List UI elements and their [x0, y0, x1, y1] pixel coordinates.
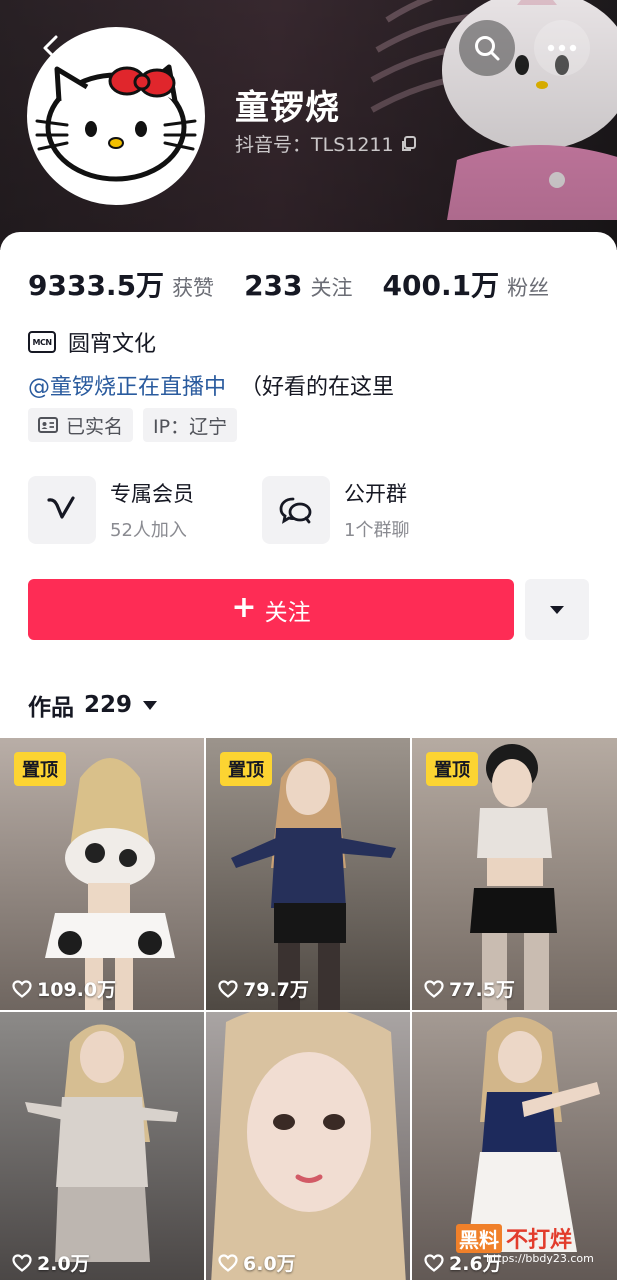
video-thumbnail	[206, 1012, 410, 1280]
stat-value: 233	[244, 269, 303, 302]
tag-verified[interactable]: 已实名	[28, 408, 134, 442]
feature-subtitle: 52人加入	[110, 520, 187, 541]
video-tile[interactable]: 置顶 109.0万	[0, 738, 204, 1010]
pinned-badge: 置顶	[426, 752, 478, 786]
profile-features: 专属会员 52人加入 公开群 1个群聊	[28, 476, 496, 544]
video-likes: 109.0万	[12, 975, 116, 1002]
feature-subtitle: 1个群聊	[344, 520, 410, 541]
watermark-brand-b: 不打烊	[506, 1228, 573, 1253]
id-card-icon	[38, 417, 58, 433]
bio-text: （好看的在这里	[240, 375, 395, 400]
heart-outline-icon	[218, 1253, 238, 1272]
video-tile[interactable]: 2.0万	[0, 1012, 204, 1280]
plus-icon: +	[231, 590, 257, 625]
caret-down-icon	[550, 605, 564, 614]
stat-followers[interactable]: 400.1万 粉丝	[383, 264, 550, 304]
pinned-badge: 置顶	[14, 752, 66, 786]
stat-label: 粉丝	[507, 276, 550, 300]
avatar[interactable]	[27, 27, 205, 205]
v-membership-icon	[47, 496, 75, 519]
mcn-name: 圆宵文化	[68, 332, 157, 357]
video-tile[interactable]: 置顶 77.5万	[412, 738, 617, 1010]
tag-label: 已实名	[66, 415, 124, 438]
chat-bubbles-icon	[279, 497, 312, 524]
feature-icon-box	[262, 476, 330, 544]
douyin-id[interactable]: 抖音号：TLS1211	[235, 130, 418, 157]
douyin-id-text: 抖音号：TLS1211	[235, 134, 394, 156]
follow-button-label: 关注	[264, 599, 311, 626]
video-likes: 6.0万	[218, 1249, 296, 1276]
video-likes: 77.5万	[424, 975, 515, 1002]
video-likes-count: 109.0万	[37, 979, 117, 1001]
stat-value: 9333.5万	[28, 269, 165, 302]
video-likes: 2.0万	[12, 1249, 90, 1276]
feature-title: 专属会员	[110, 482, 194, 506]
heart-outline-icon	[424, 979, 444, 998]
tag-label: IP：辽宁	[153, 415, 228, 438]
watermark-brand-a: 黑料	[456, 1223, 502, 1253]
video-tile[interactable]: 置顶 79.7万	[206, 738, 410, 1010]
stat-likes[interactable]: 9333.5万 获赞	[28, 264, 214, 304]
feature-membership[interactable]: 专属会员 52人加入	[28, 476, 262, 544]
profile-tags: 已实名 IP：辽宁	[28, 408, 238, 442]
video-likes-count: 2.0万	[37, 1253, 90, 1275]
feature-title: 公开群	[344, 482, 407, 506]
more-dots-icon	[547, 44, 577, 52]
heart-outline-icon	[424, 1253, 444, 1272]
search-icon	[475, 36, 500, 61]
works-label: 作品	[28, 695, 74, 721]
profile-stats: 9333.5万 获赞 233 关注 400.1万 粉丝	[28, 264, 549, 304]
tag-ip-location: IP：辽宁	[143, 408, 238, 442]
caret-down-icon	[143, 700, 158, 710]
bio: @童锣烧正在直播中 （好看的在这里	[28, 369, 394, 401]
pinned-badge: 置顶	[220, 752, 272, 786]
heart-outline-icon	[218, 979, 238, 998]
follow-dropdown-button[interactable]	[525, 579, 589, 640]
more-options-button[interactable]	[534, 20, 590, 76]
video-likes-count: 79.7万	[243, 979, 309, 1001]
video-likes: 79.7万	[218, 975, 309, 1002]
hello-kitty-avatar-icon	[29, 29, 203, 203]
video-thumbnail	[0, 1012, 204, 1280]
stat-label: 获赞	[172, 276, 215, 300]
mcn-badge-icon: MCN	[28, 331, 56, 353]
heart-outline-icon	[12, 979, 32, 998]
works-count: 229	[84, 692, 133, 718]
feature-public-group[interactable]: 公开群 1个群聊	[262, 476, 496, 544]
follow-button[interactable]: + 关注	[28, 579, 514, 640]
stat-label: 关注	[310, 276, 353, 300]
video-tile[interactable]: 6.0万	[206, 1012, 410, 1280]
video-grid: 置顶 109.0万 置顶 79.7万 置顶 77.5万 2.0万 6.0万 2.…	[0, 738, 617, 1280]
copy-icon[interactable]	[400, 135, 418, 153]
heart-outline-icon	[12, 1253, 32, 1272]
stat-value: 400.1万	[382, 269, 500, 302]
watermark-url: https://bbdy23.com	[486, 1252, 594, 1265]
video-likes-count: 77.5万	[449, 979, 515, 1001]
video-likes-count: 6.0万	[243, 1253, 296, 1275]
works-tab[interactable]: 作品 229	[28, 688, 158, 722]
bio-mention-link[interactable]: @童锣烧正在直播中	[28, 375, 226, 400]
feature-icon-box	[28, 476, 96, 544]
stat-following[interactable]: 233 关注	[244, 269, 352, 302]
mcn-agency[interactable]: MCN 圆宵文化	[28, 326, 156, 358]
search-button[interactable]	[459, 20, 515, 76]
nickname: 童锣烧	[235, 88, 340, 128]
